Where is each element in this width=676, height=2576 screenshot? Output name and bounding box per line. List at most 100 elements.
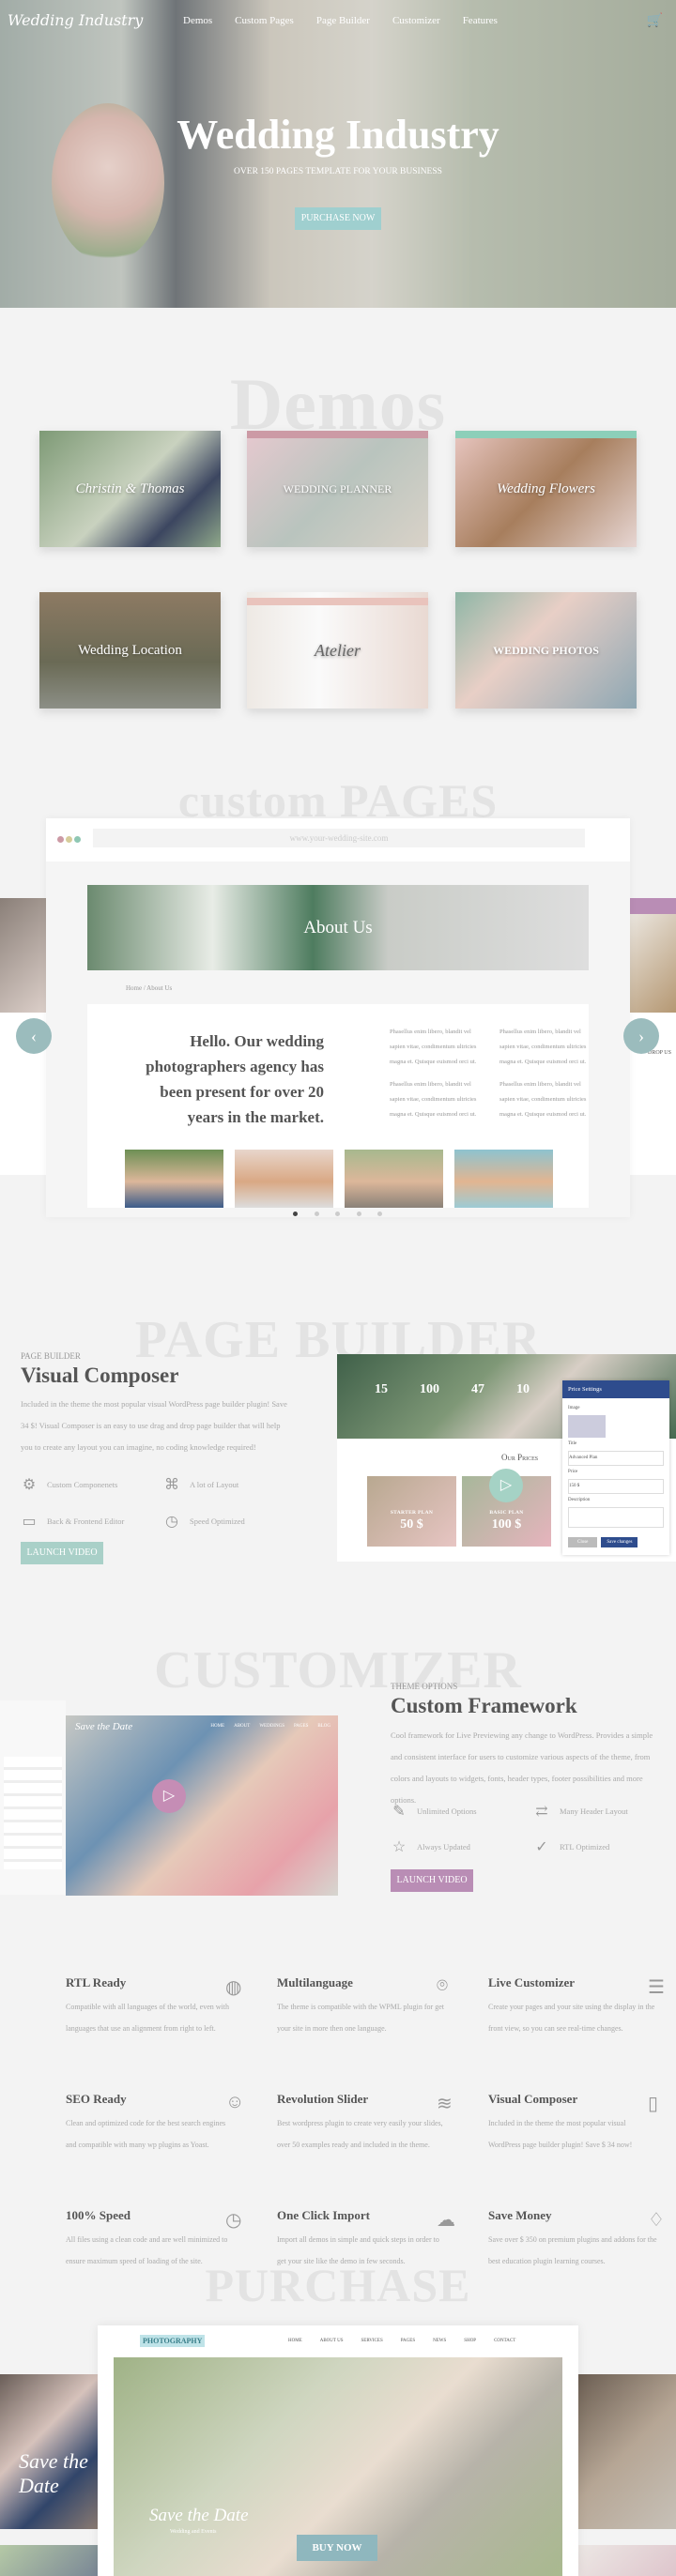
feature-text: Best wordpress plugin to create very eas… <box>277 2119 443 2149</box>
team-photo <box>235 1150 333 1208</box>
launch-video-button[interactable]: LAUNCH VIDEO <box>391 1869 473 1892</box>
map-pin-icon: ⌾ <box>437 1975 448 1996</box>
browser-mockup: www.your-wedding-site.com About Us Home … <box>46 818 630 1217</box>
script-title: Save the Date <box>149 2506 249 2525</box>
cart-icon[interactable]: 🛒 <box>647 13 663 29</box>
feature-text: Create your pages and your site using th… <box>488 2003 655 2033</box>
about-banner: About Us <box>87 885 589 970</box>
purchase-now-button[interactable]: PURCHASE NOW <box>295 207 381 230</box>
feature-title: SEO Ready <box>66 2092 127 2106</box>
about-heading: Hello. Our wedding photographers agency … <box>146 1032 324 1126</box>
slider-dot[interactable] <box>293 1212 298 1216</box>
nav-demos[interactable]: Demos <box>183 15 212 26</box>
layers-icon: ≋ <box>437 2094 453 2114</box>
plan-name: STARTER PLAN <box>390 1510 434 1516</box>
close-button[interactable]: Close <box>568 1537 598 1547</box>
side-demo-left: Save the Date <box>0 2374 98 2529</box>
save-changes-button[interactable]: Save changes <box>601 1537 638 1547</box>
customizer-preview: Save the Date HOME ABOUT WEDDINGS PAGES BLOG… <box>66 1715 338 1896</box>
preview-logo: PHOTOGRAPHY <box>140 2335 206 2347</box>
demo-card[interactable]: Christin & Thomas <box>39 431 221 547</box>
clock-icon: ◷ <box>165 1514 178 1530</box>
feature-title: One Click Import <box>277 2208 370 2222</box>
feature-text: Compatible with all languages of the wor… <box>66 2003 229 2033</box>
star-icon: ☆ <box>392 1839 407 1855</box>
feature-card: SEO Ready Clean and optimized code for th… <box>66 2092 244 2156</box>
section-label: THEME OPTIONS <box>391 1682 458 1691</box>
feature-item: ✓ RTL Optimized <box>533 1837 609 1856</box>
launch-video-button[interactable]: LAUNCH VIDEO <box>21 1542 103 1564</box>
custom-pages-watermark: custom PAGES <box>177 774 499 827</box>
swap-icon: ⇄ <box>535 1804 548 1820</box>
hero-title: Wedding Industry <box>177 112 499 158</box>
pencil-icon: ✎ <box>392 1804 406 1820</box>
url-bar: www.your-wedding-site.com <box>93 829 585 847</box>
nav-custom-pages[interactable]: Custom Pages <box>235 15 294 26</box>
feature-card: RTL Ready Compatible with all languages o… <box>66 1975 241 2039</box>
feature-text: The theme is compatible with the WPML pl… <box>277 2003 444 2033</box>
lightbulb-icon: ♢ <box>648 2210 665 2231</box>
play-icon[interactable]: ▷ <box>152 1779 186 1813</box>
slider-dot[interactable] <box>357 1212 361 1216</box>
feature-text: Clean and optimized code for the best se… <box>66 2119 226 2149</box>
team-photo <box>345 1150 443 1208</box>
feature-item: ▭ Back & Frontend Editor <box>22 1514 125 1530</box>
feature-item: ☆ Always Updated <box>392 1839 470 1855</box>
feature-card: Multilanguage The theme is compatible wit… <box>277 1975 448 2039</box>
section-title: Custom Framework <box>391 1694 577 1717</box>
section-description: Cool framework for Live Previewing any c… <box>391 1730 653 1805</box>
customizer-watermark: CUSTOMIZER <box>154 1641 522 1700</box>
demo-card[interactable]: Wedding Location <box>39 592 221 709</box>
feature-item: ✎ Unlimited Options <box>391 1802 476 1821</box>
demo-card[interactable]: WEDDING PHOTOS <box>455 592 637 709</box>
feature-title: Live Customizer <box>488 1975 576 1989</box>
nav-features[interactable]: Features <box>463 15 498 26</box>
nav-customizer[interactable]: Customizer <box>392 15 440 26</box>
feature-title: RTL Ready <box>66 1975 127 1989</box>
purchase-watermark: PURCHASE <box>205 2259 471 2311</box>
feature-title: Visual Composer <box>488 2092 578 2106</box>
feature-card: Revolution Slider Best wordpress plugin t… <box>277 2092 453 2156</box>
feature-item: ⚙ Custom Componenets <box>22 1477 118 1493</box>
page-builder-preview: 15 100 47 10 Our Prices STARTER PLAN 50 $ B… <box>337 1354 676 1562</box>
demo-card[interactable]: WEDDING PLANNER <box>247 431 428 547</box>
hero: Wedding Industry Demos Custom Pages Page… <box>0 0 676 308</box>
demo-card[interactable]: Wedding Flowers <box>455 431 637 547</box>
plan-name: BASIC PLAN <box>489 1510 524 1516</box>
clock-icon: ◷ <box>225 2210 242 2231</box>
side-demo-right-2 <box>578 2545 676 2576</box>
slider-dot[interactable] <box>315 1212 319 1216</box>
check-circle-icon: ✓ <box>535 1839 548 1855</box>
buy-now-button[interactable]: BUY NOW <box>297 2535 377 2561</box>
purchase-preview: PHOTOGRAPHY HOME ABOUT US SERVICES PAGES NEW… <box>98 2325 578 2576</box>
hero-subtitle: OVER 150 PAGES TEMPLATE FOR YOUR BUSINES… <box>234 167 442 176</box>
feature-title: 100% Speed <box>66 2208 131 2222</box>
chevron-left-icon[interactable]: ‹ <box>16 1018 52 1054</box>
feature-card: Live Customizer Create your pages and you… <box>488 1975 665 2039</box>
price-plan-card: STARTER PLAN 50 $ <box>367 1476 456 1547</box>
monitor-icon: ▭ <box>22 1514 37 1530</box>
nav-page-builder[interactable]: Page Builder <box>316 15 370 26</box>
plan-price: 50 $ <box>400 1517 423 1532</box>
feature-title: Save Money <box>488 2208 552 2222</box>
stats-row: 15 100 47 10 <box>375 1382 530 1396</box>
side-demo-left-2 <box>0 2545 98 2576</box>
side-demo-right <box>578 2374 676 2529</box>
document-icon: ▯ <box>648 2094 659 2114</box>
site-logo[interactable]: Wedding Industry <box>8 11 143 29</box>
plan-price: 100 $ <box>491 1517 522 1532</box>
slider-dot[interactable] <box>335 1212 340 1216</box>
price-settings-panel: Price Settings Image Title Advanced Plan … <box>562 1380 669 1555</box>
prices-title: Our Prices <box>501 1453 539 1462</box>
play-icon[interactable]: ▷ <box>489 1469 523 1502</box>
demo-card[interactable]: Atelier <box>247 592 428 709</box>
slider-dot[interactable] <box>377 1212 382 1216</box>
customizer-sidebar <box>0 1700 66 1895</box>
sliders-icon: ☰ <box>648 1977 665 1998</box>
team-photo <box>125 1150 223 1208</box>
breadcrumb: Home / About Us <box>126 984 173 992</box>
chevron-right-icon[interactable]: › <box>623 1018 659 1054</box>
feature-text: Included in the theme the most popular v… <box>488 2119 633 2149</box>
feature-item: ⇄ Many Header Layout <box>533 1802 627 1821</box>
globe-icon: ◍ <box>225 1977 242 1998</box>
